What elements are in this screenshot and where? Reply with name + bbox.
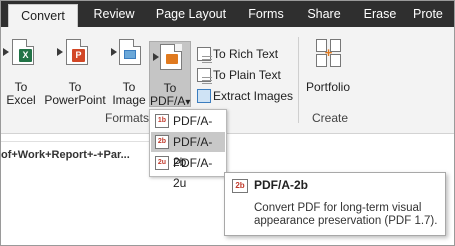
excel-file-icon: X	[12, 39, 34, 65]
tooltip-description: Convert PDF for long-term visual appeara…	[254, 202, 438, 227]
pdfa-2b-icon: 2b	[155, 135, 169, 149]
tooltip-title: PDF/A-2b	[254, 178, 308, 192]
tab-page-layout[interactable]: Page Layout	[153, 1, 229, 27]
menu-item-pdfa-1b[interactable]: 1b PDF/A-1b	[151, 111, 225, 148]
pdfa-file-icon	[160, 44, 182, 70]
powerpoint-file-icon: P	[66, 39, 88, 65]
ribbon-panel: X To Excel P To PowerPoint To Image To P…	[1, 27, 454, 134]
create-group-label: Create	[312, 111, 349, 125]
formats-group-label: Formats	[105, 111, 150, 125]
to-image-button[interactable]: To Image	[109, 35, 149, 107]
pdfa-dropdown-menu: 1b PDF/A-1b 2b PDF/A-2b 2u PDF/A-2u	[149, 109, 227, 190]
pdfa-1b-icon: 1b	[155, 114, 169, 128]
portfolio-label: Portfolio	[305, 80, 351, 94]
tab-review[interactable]: Review	[85, 1, 143, 27]
to-excel-label-2: Excel	[6, 93, 36, 107]
pdfa-2b-icon: 2b	[232, 179, 248, 193]
menu-item-pdfa-2u[interactable]: 2u PDF/A-2u	[151, 153, 225, 190]
to-powerpoint-button[interactable]: P To PowerPoint	[41, 35, 109, 107]
tab-share[interactable]: Share	[301, 1, 347, 27]
to-pdfa-label-2: PDF/A	[150, 94, 186, 108]
menu-item-pdfa-2b[interactable]: 2b PDF/A-2b	[151, 132, 225, 169]
extract-images-icon	[197, 89, 211, 103]
pdfa-2u-icon: 2u	[155, 156, 169, 170]
arrow-right-icon	[3, 48, 9, 56]
tab-convert[interactable]: Convert	[8, 4, 78, 29]
pdfa-2b-tooltip: 2b PDF/A-2b Convert PDF for long-term vi…	[224, 172, 446, 236]
ribbon-tab-bar: Convert Review Page Layout Forms Share E…	[1, 1, 454, 29]
arrow-right-icon	[57, 48, 63, 56]
portfolio-button[interactable]: + Portfolio	[303, 35, 353, 107]
to-pdfa-button[interactable]: To PDF/A▾	[149, 41, 191, 108]
plain-text-icon	[197, 68, 212, 82]
arrow-right-icon	[153, 53, 159, 61]
to-image-label-2: Image	[112, 93, 146, 107]
to-excel-button[interactable]: X To Excel	[1, 35, 41, 107]
arrow-right-icon	[111, 48, 117, 56]
document-tab-title[interactable]: of+Work+Report+-+Par...	[1, 149, 130, 161]
document-rule	[1, 141, 151, 142]
tab-protect[interactable]: Prote	[413, 1, 454, 27]
chevron-down-icon: ▾	[185, 97, 191, 108]
tab-forms[interactable]: Forms	[241, 1, 291, 27]
to-powerpoint-label-2: PowerPoint	[44, 93, 106, 107]
group-divider	[298, 37, 299, 123]
tab-erase[interactable]: Erase	[357, 1, 403, 27]
app-window: Convert Review Page Layout Forms Share E…	[0, 0, 455, 246]
image-file-icon	[119, 39, 141, 65]
portfolio-icon: +	[316, 39, 342, 67]
rich-text-icon	[197, 47, 212, 61]
